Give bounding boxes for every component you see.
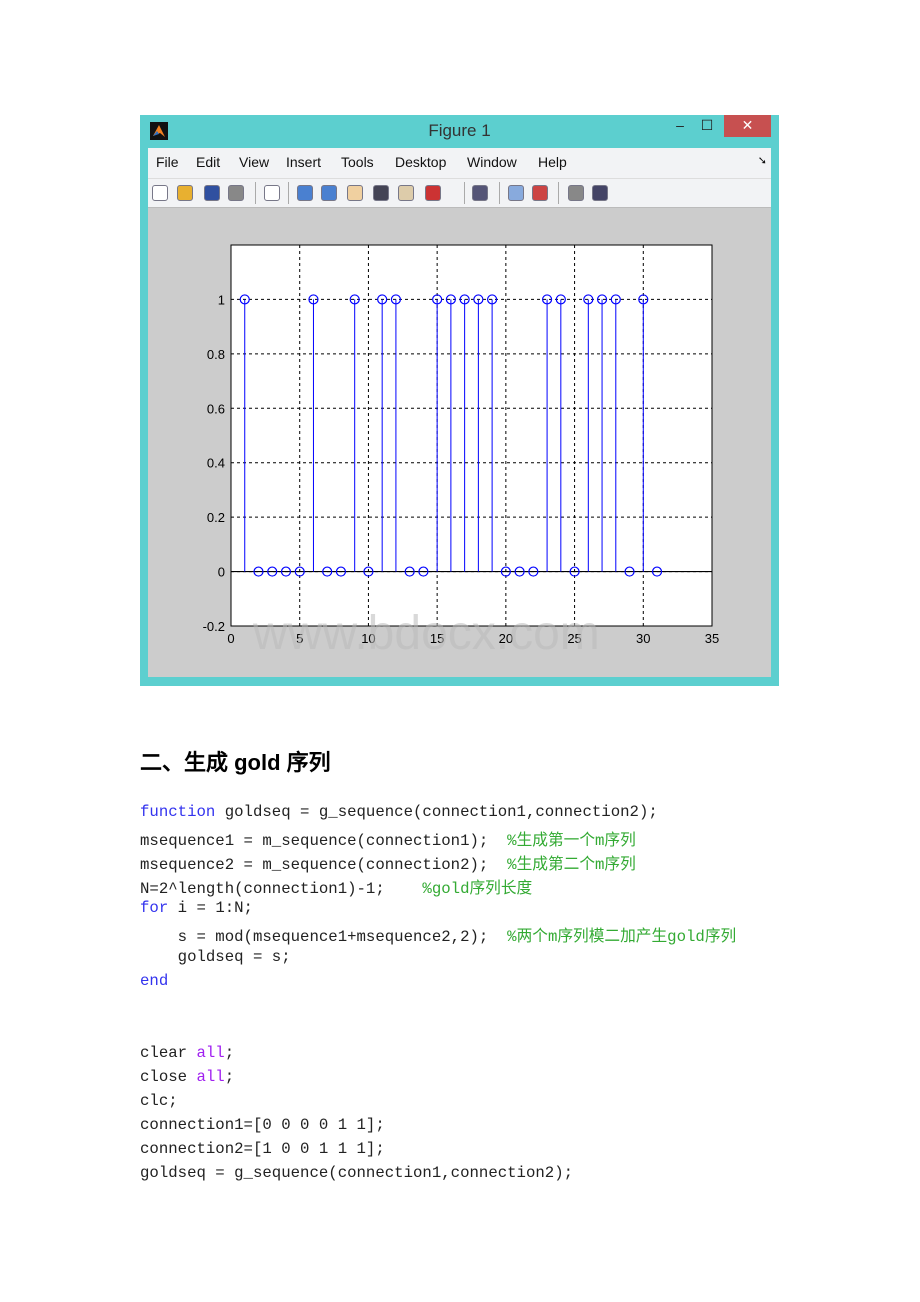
- code-keyword: for: [140, 899, 169, 918]
- y-tick-label: 0.8: [207, 347, 225, 362]
- code-keyword: function: [140, 803, 216, 821]
- code-line: function goldseq = g_sequence(connection…: [140, 803, 736, 827]
- code-line: clear all;: [140, 1044, 573, 1068]
- code-comment: %两个m序列模二加产生gold序列: [507, 928, 737, 947]
- code-comment: %生成第二个m序列: [507, 856, 636, 875]
- x-tick-label: 35: [705, 631, 719, 646]
- code-block-g-sequence: function goldseq = g_sequence(connection…: [140, 803, 736, 996]
- y-tick-label: 0.6: [207, 401, 225, 416]
- code-text: clc;: [140, 1092, 178, 1111]
- code-text: close: [140, 1068, 197, 1087]
- code-line: msequence2 = m_sequence(connection2); %生…: [140, 851, 736, 875]
- code-text: clear: [140, 1044, 197, 1062]
- code-line: msequence1 = m_sequence(connection1); %生…: [140, 827, 736, 851]
- code-line: goldseq = s;: [140, 948, 736, 972]
- code-line: clc;: [140, 1092, 573, 1116]
- x-tick-label: 0: [227, 631, 234, 646]
- code-text: N=2^length(connection1)-1;: [140, 880, 423, 899]
- code-keyword: end: [140, 971, 169, 990]
- code-line: close all;: [140, 1068, 573, 1092]
- code-text: msequence2 = m_sequence(connection2);: [140, 856, 508, 875]
- code-comment: %gold序列长度: [422, 880, 533, 899]
- code-comment: %生成第一个m序列: [507, 832, 636, 851]
- x-tick-label: 30: [636, 631, 650, 646]
- code-line: goldseq = g_sequence(connection1,connect…: [140, 1164, 573, 1188]
- y-tick-label: -0.2: [203, 619, 225, 634]
- code-text: goldseq = g_sequence(connection1,connect…: [140, 1164, 574, 1183]
- code-text: ;: [224, 1068, 235, 1087]
- y-tick-label: 0.2: [207, 510, 225, 525]
- code-line: end: [140, 972, 736, 996]
- code-line: connection2=[1 0 0 1 1 1];: [140, 1140, 573, 1164]
- watermark: www.bdocx.com: [252, 607, 600, 660]
- code-line: connection1=[0 0 0 0 1 1];: [140, 1116, 573, 1140]
- code-text: connection1=[0 0 0 0 1 1];: [140, 1116, 385, 1135]
- y-tick-label: 0.4: [207, 456, 225, 471]
- code-text: msequence1 = m_sequence(connection1);: [140, 832, 508, 851]
- code-text: goldseq = s;: [140, 947, 291, 966]
- y-tick-label: 1: [218, 292, 225, 307]
- code-text: ;: [224, 1044, 235, 1062]
- code-string: all: [196, 1068, 225, 1087]
- code-text: connection2=[1 0 0 1 1 1];: [140, 1140, 385, 1159]
- y-tick-label: 0: [218, 565, 225, 580]
- code-line: N=2^length(connection1)-1; %gold序列长度: [140, 875, 736, 899]
- code-string: all: [196, 1044, 225, 1062]
- code-text: s = mod(msequence1+msequence2,2);: [140, 928, 508, 947]
- stem-plot: 0 5 10 15 20 25 30 35-0.200.20.40.60.81 www.bdo…: [203, 244, 719, 660]
- code-text: goldseq = g_sequence(connection1,connect…: [215, 803, 658, 821]
- section-heading: 二、生成 gold 序列: [140, 750, 331, 775]
- code-line: s = mod(msequence1+msequence2,2); %两个m序列…: [140, 923, 737, 947]
- code-line: for i = 1:N;: [140, 899, 736, 923]
- code-text: i = 1:N;: [168, 899, 253, 918]
- code-block-main: clear all; close all; clc; connection1=[0 0…: [140, 1044, 573, 1189]
